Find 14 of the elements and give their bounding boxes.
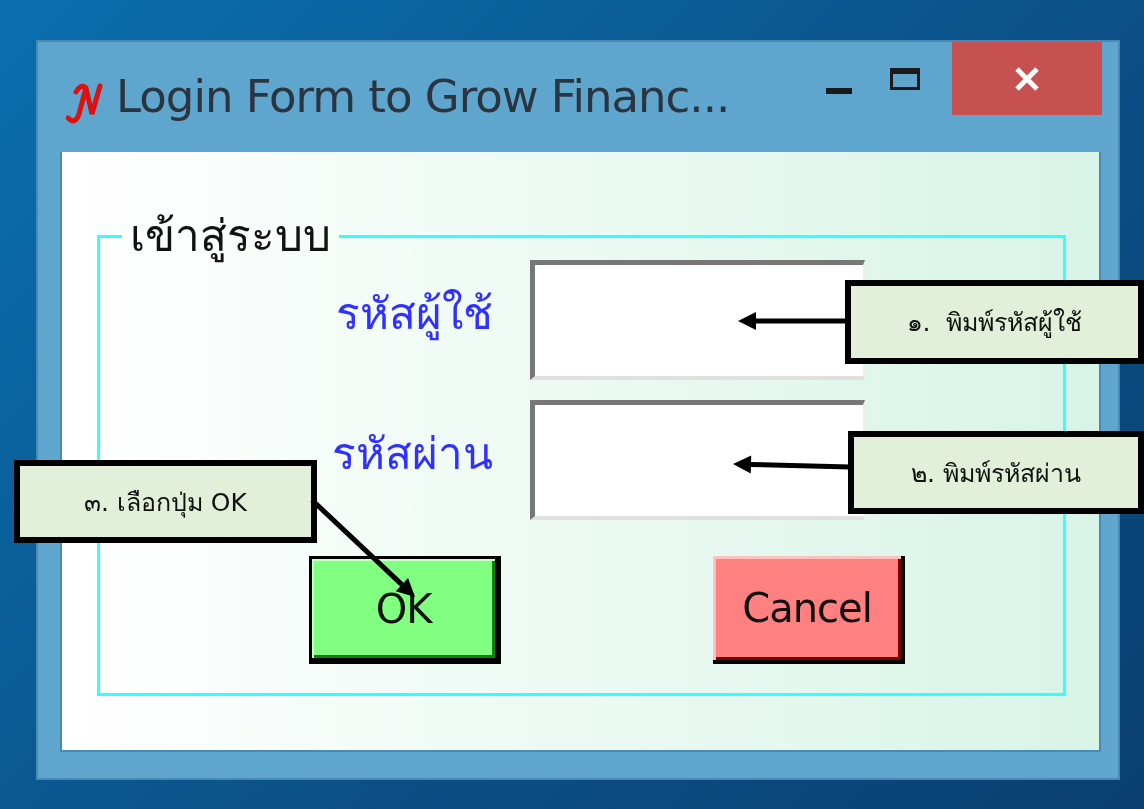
callout-note: ๒. พิมพ์รหัสผ่าน (848, 431, 1144, 514)
window-title: Login Form to Grow Financ... (116, 70, 730, 123)
callout-note: ๓. เลือกปุ่ม OK (14, 460, 317, 543)
field-label: รหัสผ่าน (331, 427, 493, 482)
maximize-button[interactable] (890, 68, 920, 90)
close-icon (1014, 65, 1040, 92)
group-title: เข้าสู่ระบบ (129, 212, 332, 261)
close-button[interactable] (952, 42, 1102, 115)
input-field[interactable] (530, 260, 865, 381)
callout-note: ๑. พิมพ์รหัสผู้ใช้ (845, 280, 1144, 364)
field-label: รหัสผู้ใช้ (335, 287, 493, 343)
ok-button[interactable]: OK (309, 556, 501, 665)
cancel-button[interactable]: Cancel (713, 556, 905, 665)
input-field[interactable] (530, 400, 865, 521)
